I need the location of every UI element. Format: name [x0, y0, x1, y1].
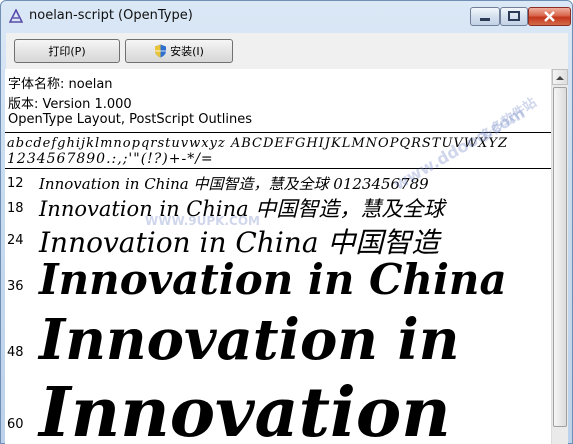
sample-text: Innovation in: [39, 307, 460, 373]
sample-text: Innovation in China: [39, 255, 507, 304]
font-preview-pane[interactable]: 字体名称: noelan 版本: Version 1.000 OpenType …: [5, 69, 551, 444]
maximize-button[interactable]: [500, 7, 528, 26]
font-tech-text: OpenType Layout, PostScript Outlines: [8, 112, 253, 127]
font-app-icon: [9, 9, 23, 23]
scroll-up-button[interactable]: [552, 69, 568, 85]
sample-size: 36: [7, 279, 24, 294]
font-name-text: 字体名称: noelan: [8, 77, 113, 92]
close-icon: [544, 11, 555, 22]
maximize-icon: [508, 11, 520, 21]
charset-letters: abcdefghijklmnopqrstuvwxyz ABCDEFGHIJKLM…: [7, 136, 509, 151]
sample-size: 18: [7, 201, 24, 216]
vertical-scrollbar[interactable]: [551, 69, 568, 444]
sample-size: 24: [7, 233, 24, 248]
uac-shield-icon: [155, 44, 167, 58]
toolbar: 打印(P) 安装(I): [6, 33, 568, 70]
sample-row: 48 Innovation in: [5, 307, 551, 373]
print-button-label: 打印(P): [48, 45, 86, 58]
minimize-icon: [480, 18, 490, 21]
install-button-label: 安装(I): [170, 45, 204, 58]
sample-row: 12 Innovation in China 中国智造，慧及全球 0123456…: [5, 173, 551, 193]
sample-row: 24 Innovation in China 中国智造: [5, 221, 551, 259]
charset-digits: 1234567890.:,;'"(!?)+-*/=: [7, 151, 214, 167]
sample-text: Innovation in China 中国智造，慧及全球 0123456789: [39, 175, 429, 193]
font-version-text: 版本: Version 1.000: [8, 97, 132, 112]
chevron-up-icon: [556, 76, 564, 80]
scroll-thumb[interactable]: [553, 87, 567, 427]
divider: [5, 132, 551, 133]
title-bar[interactable]: noelan-script (OpenType): [1, 1, 572, 33]
print-button[interactable]: 打印(P): [14, 39, 120, 63]
install-button[interactable]: 安装(I): [125, 39, 233, 63]
window-title: noelan-script (OpenType): [29, 8, 193, 23]
sample-size: 12: [7, 176, 24, 191]
sample-row: 60 Innovation: [5, 373, 551, 444]
sample-size: 60: [7, 417, 24, 432]
sample-text: Innovation in China 中国智造，慧及全球: [39, 197, 445, 221]
close-button[interactable]: [528, 7, 571, 26]
sample-row: 36 Innovation in China: [5, 255, 551, 307]
minimize-button[interactable]: [470, 7, 500, 26]
sample-text: Innovation: [39, 373, 451, 444]
sample-size: 48: [7, 345, 24, 360]
sample-row: 18 Innovation in China 中国智造，慧及全球: [5, 193, 551, 221]
divider: [5, 168, 551, 169]
